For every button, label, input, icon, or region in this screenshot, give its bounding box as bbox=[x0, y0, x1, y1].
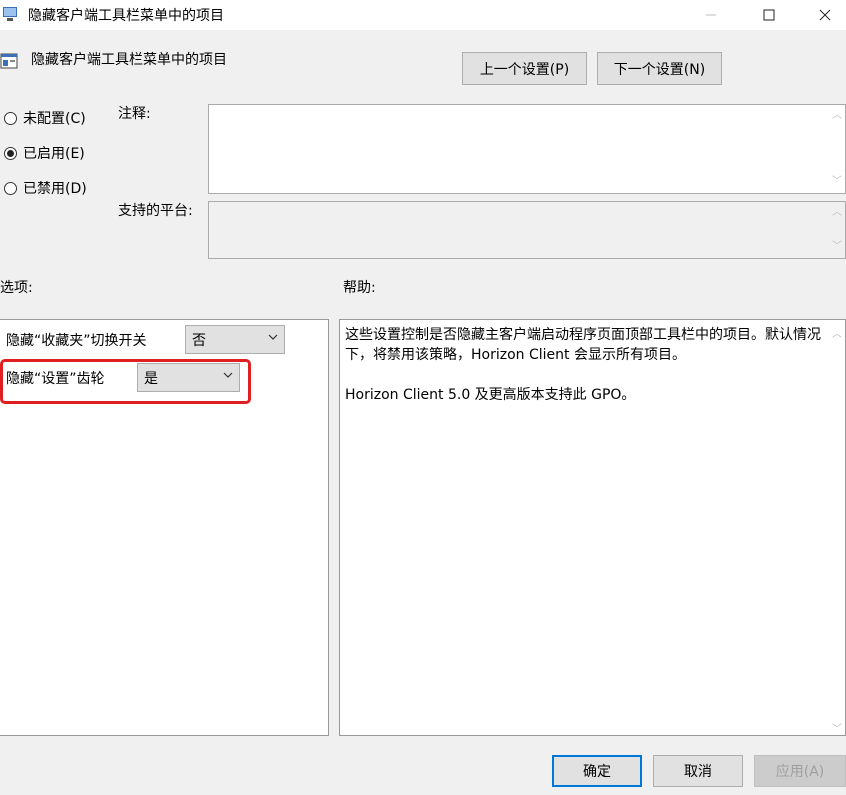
scroll-up-icon[interactable]: ︿ bbox=[832, 208, 842, 218]
radio-circle-checked[interactable] bbox=[4, 146, 17, 160]
platform-scrollbar[interactable]: ︿ ﹀ bbox=[828, 202, 845, 258]
radio-label: 未配置(C) bbox=[23, 111, 86, 127]
apply-button[interactable]: 应用(A) bbox=[754, 755, 846, 787]
policy-name: 隐藏客户端工具栏菜单中的项目 bbox=[31, 52, 227, 68]
comment-label: 注释: bbox=[118, 106, 151, 122]
help-paragraph: Horizon Client 5.0 及更高版本支持此 GPO。 bbox=[345, 387, 636, 403]
close-button[interactable] bbox=[802, 0, 846, 30]
radio-circle[interactable] bbox=[4, 181, 17, 195]
minimize-icon bbox=[706, 14, 716, 16]
radio-label: 已禁用(D) bbox=[23, 181, 87, 197]
scroll-down-icon[interactable]: ﹀ bbox=[832, 720, 842, 735]
comment-textarea[interactable]: ︿ ﹀ bbox=[208, 104, 846, 194]
previous-setting-button[interactable]: 上一个设置(P) bbox=[462, 52, 587, 85]
ok-button[interactable]: 确定 bbox=[552, 755, 642, 787]
scroll-down-icon[interactable]: ﹀ bbox=[832, 242, 842, 252]
scroll-up-icon[interactable]: ︿ bbox=[832, 111, 842, 121]
help-paragraph: 这些设置控制是否隐藏主客户端启动程序页面顶部工具栏中的项目。默认情况下，将禁用该… bbox=[345, 327, 821, 363]
hide-favorites-toggle-select[interactable]: 否 bbox=[185, 325, 285, 354]
window-title: 隐藏客户端工具栏菜单中的项目 bbox=[28, 8, 224, 24]
select-value: 否 bbox=[192, 332, 206, 349]
radio-enabled[interactable]: 已启用(E) bbox=[4, 143, 85, 163]
supported-platform-box: ︿ ﹀ bbox=[208, 201, 846, 259]
minimize-button[interactable] bbox=[688, 0, 734, 30]
radio-not-configured[interactable]: 未配置(C) bbox=[4, 108, 86, 128]
maximize-icon bbox=[763, 9, 775, 21]
policy-editor-icon bbox=[3, 7, 17, 21]
cancel-button[interactable]: 取消 bbox=[653, 755, 743, 787]
scroll-down-icon[interactable]: ﹀ bbox=[832, 177, 842, 187]
help-panel bbox=[339, 319, 846, 736]
supported-platform-label: 支持的平台: bbox=[118, 203, 193, 219]
chevron-down-icon bbox=[268, 334, 278, 340]
annotation-highlight-box bbox=[0, 359, 251, 404]
policy-setting-icon bbox=[0, 53, 18, 69]
radio-disabled[interactable]: 已禁用(D) bbox=[4, 178, 87, 198]
help-section-label: 帮助: bbox=[343, 280, 376, 296]
hide-favorites-toggle-label: 隐藏“收藏夹”切换开关 bbox=[6, 333, 147, 349]
maximize-button[interactable] bbox=[746, 0, 792, 30]
options-section-label: 选项: bbox=[0, 280, 33, 296]
radio-circle[interactable] bbox=[4, 111, 17, 125]
close-icon bbox=[819, 9, 831, 21]
comment-scrollbar[interactable]: ︿ ﹀ bbox=[828, 105, 845, 193]
scroll-up-icon[interactable]: ︿ bbox=[832, 325, 842, 340]
radio-label: 已启用(E) bbox=[23, 146, 85, 162]
next-setting-button[interactable]: 下一个设置(N) bbox=[597, 52, 722, 85]
